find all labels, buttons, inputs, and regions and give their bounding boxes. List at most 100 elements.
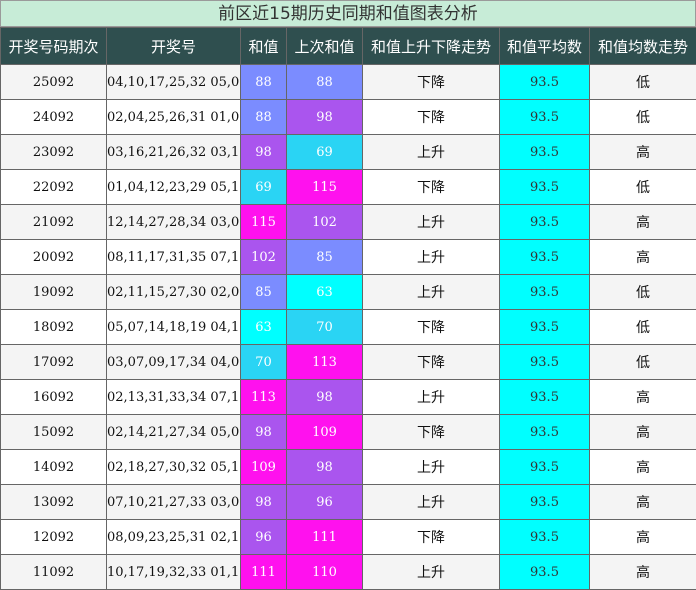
- table-row: 17092 03,07,09,17,34 04,05 70 113 下降 93.5 低: [0, 344, 696, 380]
- cell-trend: 下降: [362, 309, 500, 345]
- cell-average: 93.5: [499, 554, 590, 590]
- cell-period: 22092: [0, 169, 107, 205]
- cell-trend: 下降: [362, 64, 500, 100]
- cell-sum: 115: [240, 204, 287, 240]
- cell-average: 93.5: [499, 99, 590, 135]
- cell-level: 高: [589, 449, 696, 485]
- cell-average: 93.5: [499, 239, 590, 275]
- cell-prev-sum: 88: [286, 64, 363, 100]
- cell-level: 低: [589, 274, 696, 310]
- table-row: 25092 04,10,17,25,32 05,07 88 88 下降 93.5 低: [0, 64, 696, 100]
- cell-level: 低: [589, 309, 696, 345]
- cell-trend: 下降: [362, 169, 500, 205]
- cell-period: 15092: [0, 414, 107, 450]
- cell-numbers: 03,16,21,26,32 03,12: [106, 134, 241, 170]
- table-row: 12092 08,09,23,25,31 02,12 96 111 下降 93.5 高: [0, 519, 696, 555]
- cell-prev-sum: 85: [286, 239, 363, 275]
- cell-numbers: 03,07,09,17,34 04,05: [106, 344, 241, 380]
- cell-average: 93.5: [499, 134, 590, 170]
- cell-average: 93.5: [499, 309, 590, 345]
- cell-numbers: 08,11,17,31,35 07,11: [106, 239, 241, 275]
- cell-period: 19092: [0, 274, 107, 310]
- header-trend: 和值上升下降走势: [362, 27, 500, 65]
- cell-period: 14092: [0, 449, 107, 485]
- cell-period: 23092: [0, 134, 107, 170]
- cell-period: 21092: [0, 204, 107, 240]
- table-row: 18092 05,07,14,18,19 04,10 63 70 下降 93.5 低: [0, 309, 696, 345]
- cell-sum: 98: [240, 414, 287, 450]
- cell-prev-sum: 111: [286, 519, 363, 555]
- cell-prev-sum: 96: [286, 484, 363, 520]
- cell-level: 高: [589, 204, 696, 240]
- cell-period: 13092: [0, 484, 107, 520]
- cell-average: 93.5: [499, 519, 590, 555]
- cell-prev-sum: 110: [286, 554, 363, 590]
- cell-sum: 109: [240, 449, 287, 485]
- cell-trend: 下降: [362, 519, 500, 555]
- cell-period: 11092: [0, 554, 107, 590]
- cell-average: 93.5: [499, 379, 590, 415]
- cell-numbers: 04,10,17,25,32 05,07: [106, 64, 241, 100]
- cell-trend: 下降: [362, 344, 500, 380]
- analysis-panel: 前区近15期历史同期和值图表分析 开奖号码期次 开奖号 和值 上次和值 和值上升…: [0, 0, 696, 590]
- table-row: 14092 02,18,27,30,32 05,11 109 98 上升 93.5 高: [0, 449, 696, 485]
- cell-prev-sum: 98: [286, 449, 363, 485]
- cell-level: 高: [589, 134, 696, 170]
- cell-sum: 96: [240, 519, 287, 555]
- cell-prev-sum: 98: [286, 99, 363, 135]
- cell-sum: 98: [240, 484, 287, 520]
- cell-average: 93.5: [499, 484, 590, 520]
- cell-average: 93.5: [499, 414, 590, 450]
- cell-trend: 上升: [362, 239, 500, 275]
- cell-period: 24092: [0, 99, 107, 135]
- cell-trend: 上升: [362, 204, 500, 240]
- cell-period: 25092: [0, 64, 107, 100]
- cell-prev-sum: 113: [286, 344, 363, 380]
- cell-numbers: 02,14,21,27,34 05,08: [106, 414, 241, 450]
- cell-average: 93.5: [499, 344, 590, 380]
- sum-analysis-table: 开奖号码期次 开奖号 和值 上次和值 和值上升下降走势 和值平均数 和值均数走势…: [0, 27, 696, 590]
- cell-level: 低: [589, 64, 696, 100]
- cell-level: 高: [589, 519, 696, 555]
- cell-average: 93.5: [499, 274, 590, 310]
- cell-trend: 下降: [362, 99, 500, 135]
- cell-level: 高: [589, 379, 696, 415]
- cell-trend: 上升: [362, 449, 500, 485]
- table-row: 15092 02,14,21,27,34 05,08 98 109 下降 93.5 高: [0, 414, 696, 450]
- cell-level: 高: [589, 484, 696, 520]
- cell-period: 12092: [0, 519, 107, 555]
- cell-sum: 85: [240, 274, 287, 310]
- cell-period: 18092: [0, 309, 107, 345]
- cell-prev-sum: 115: [286, 169, 363, 205]
- cell-trend: 上升: [362, 134, 500, 170]
- cell-level: 低: [589, 169, 696, 205]
- cell-trend: 上升: [362, 274, 500, 310]
- table-row: 24092 02,04,25,26,31 01,06 88 98 下降 93.5 低: [0, 99, 696, 135]
- header-numbers: 开奖号: [106, 27, 241, 65]
- cell-sum: 88: [240, 99, 287, 135]
- cell-trend: 上升: [362, 484, 500, 520]
- cell-numbers: 02,13,31,33,34 07,11: [106, 379, 241, 415]
- cell-sum: 70: [240, 344, 287, 380]
- cell-numbers: 08,09,23,25,31 02,12: [106, 519, 241, 555]
- cell-numbers: 01,04,12,23,29 05,12: [106, 169, 241, 205]
- cell-numbers: 05,07,14,18,19 04,10: [106, 309, 241, 345]
- cell-numbers: 02,18,27,30,32 05,11: [106, 449, 241, 485]
- cell-period: 17092: [0, 344, 107, 380]
- cell-prev-sum: 109: [286, 414, 363, 450]
- cell-level: 低: [589, 99, 696, 135]
- header-sum: 和值: [240, 27, 287, 65]
- cell-level: 高: [589, 414, 696, 450]
- cell-level: 高: [589, 239, 696, 275]
- cell-numbers: 10,17,19,32,33 01,12: [106, 554, 241, 590]
- cell-sum: 113: [240, 379, 287, 415]
- cell-average: 93.5: [499, 64, 590, 100]
- table-title: 前区近15期历史同期和值图表分析: [0, 0, 696, 27]
- cell-trend: 上升: [362, 554, 500, 590]
- header-row: 开奖号码期次 开奖号 和值 上次和值 和值上升下降走势 和值平均数 和值均数走势: [0, 27, 696, 65]
- cell-period: 20092: [0, 239, 107, 275]
- cell-level: 高: [589, 554, 696, 590]
- cell-numbers: 02,11,15,27,30 02,05: [106, 274, 241, 310]
- cell-prev-sum: 102: [286, 204, 363, 240]
- header-prev-sum: 上次和值: [286, 27, 363, 65]
